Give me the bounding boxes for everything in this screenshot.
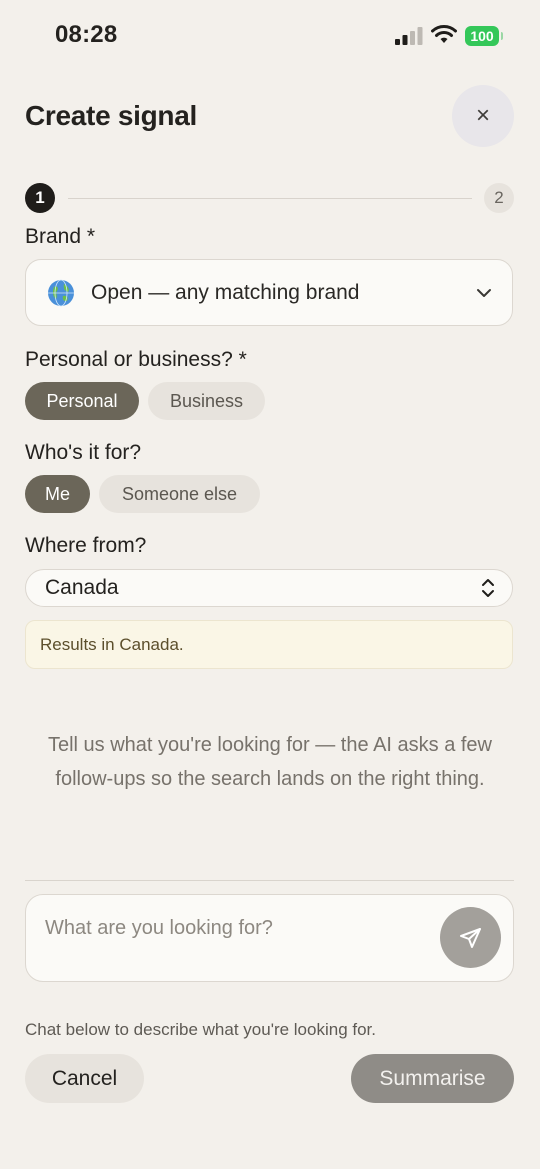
who-for-label: Who's it for? xyxy=(25,441,142,464)
close-button[interactable]: × xyxy=(452,85,514,147)
cellular-signal-icon xyxy=(395,27,423,45)
divider xyxy=(25,880,514,881)
footer-hint: Chat below to describe what you're looki… xyxy=(25,1020,376,1039)
chevron-down-icon xyxy=(477,288,491,297)
chevron-up-down-icon xyxy=(482,579,494,597)
step-indicator-1: 1 xyxy=(25,183,55,213)
country-select[interactable]: Canada xyxy=(25,569,513,607)
brand-select[interactable]: Open — any matching brand xyxy=(25,259,513,326)
where-from-label: Where from? xyxy=(25,534,147,557)
send-button[interactable] xyxy=(440,907,501,968)
close-icon: × xyxy=(475,102,490,129)
intro-text: Tell us what you're looking for — the AI… xyxy=(47,734,493,790)
results-notice-text: Results in Canada. xyxy=(40,634,184,654)
personal-business-label: Personal or business? * xyxy=(25,348,247,371)
business-option[interactable]: Business xyxy=(148,382,265,420)
page-title: Create signal xyxy=(25,100,197,131)
battery-indicator: 100 xyxy=(465,26,503,46)
country-select-value: Canada xyxy=(45,576,119,599)
me-option[interactable]: Me xyxy=(25,475,90,513)
chat-composer xyxy=(25,894,514,982)
wifi-icon xyxy=(431,25,457,43)
someone-else-option[interactable]: Someone else xyxy=(99,475,260,513)
brand-label: Brand * xyxy=(25,225,96,248)
summarise-button[interactable]: Summarise xyxy=(351,1054,514,1103)
step-indicator-2: 2 xyxy=(484,183,514,213)
brand-select-value: Open — any matching brand xyxy=(91,280,360,304)
status-time: 08:28 xyxy=(55,21,118,48)
cancel-button[interactable]: Cancel xyxy=(25,1054,144,1103)
step-connector xyxy=(68,198,472,199)
globe-icon xyxy=(48,279,74,306)
personal-option[interactable]: Personal xyxy=(25,382,139,420)
results-notice: Results in Canada. xyxy=(25,620,513,669)
send-icon xyxy=(459,927,481,948)
chat-input[interactable] xyxy=(45,917,425,940)
